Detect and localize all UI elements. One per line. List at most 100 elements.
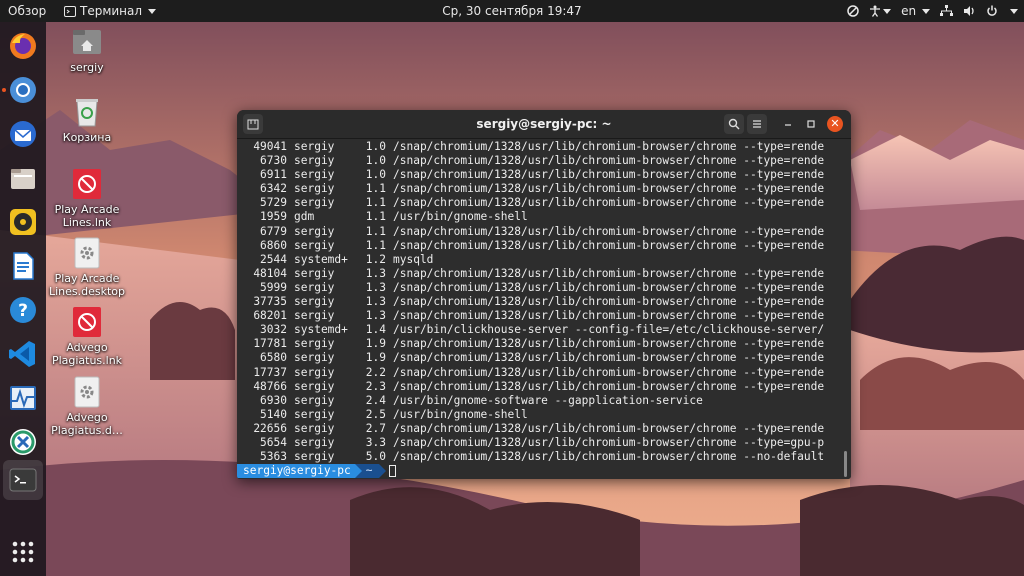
process-command: /snap/chromium/1328/usr/lib/chromium-bro… bbox=[393, 435, 825, 449]
process-command: /usr/bin/gnome-shell bbox=[393, 407, 528, 421]
app-menu[interactable]: Терминал bbox=[64, 0, 157, 22]
process-row: 22656 sergiy 2.7/snap/chromium/1328/usr/li… bbox=[237, 422, 843, 436]
process-row: 5363 sergiy 5.0/snap/chromium/1328/usr/lib… bbox=[237, 450, 843, 464]
process-user: sergiy bbox=[294, 435, 335, 449]
accessibility-menu[interactable] bbox=[869, 5, 892, 17]
process-row: 49041 sergiy 1.0/snap/chromium/1328/usr/li… bbox=[237, 140, 843, 154]
dock-rhythmbox[interactable] bbox=[7, 206, 39, 238]
desktop-icon-trash[interactable]: Корзина bbox=[45, 96, 129, 144]
software-icon bbox=[10, 429, 36, 455]
dock-chromium[interactable] bbox=[7, 74, 39, 106]
desktop-icon-home[interactable]: sergiy bbox=[45, 26, 129, 74]
dock-writer[interactable] bbox=[7, 250, 39, 282]
process-user: sergiy bbox=[294, 365, 335, 379]
close-button[interactable]: ✕ bbox=[827, 116, 843, 132]
dock-help[interactable]: ? bbox=[7, 294, 39, 326]
desktop-icon-arcade-lnk[interactable]: Play Arcade Lines.lnk bbox=[45, 168, 129, 229]
process-command: /snap/chromium/1328/usr/lib/chromium-bro… bbox=[393, 238, 825, 252]
dock-firefox[interactable] bbox=[7, 30, 39, 62]
dock-system-monitor[interactable] bbox=[7, 382, 39, 414]
process-user: sergiy bbox=[294, 379, 335, 393]
privacy-icon[interactable] bbox=[847, 5, 859, 17]
process-command: /usr/bin/gnome-shell bbox=[393, 210, 528, 224]
dock-vscode[interactable] bbox=[7, 338, 39, 370]
process-row: 5140 sergiy 2.5/usr/bin/gnome-shell bbox=[237, 408, 843, 422]
clock[interactable]: Ср, 30 сентября 19:47 bbox=[442, 4, 581, 18]
process-pid: 6730 bbox=[260, 154, 287, 168]
process-row: 6860 sergiy 1.1/snap/chromium/1328/usr/lib… bbox=[237, 239, 843, 253]
menu-button[interactable] bbox=[747, 114, 767, 134]
show-applications-button[interactable] bbox=[7, 536, 39, 568]
keyboard-layout-menu[interactable]: en bbox=[901, 0, 930, 22]
process-pid: 68201 bbox=[253, 309, 287, 323]
settings-file-icon bbox=[74, 376, 100, 408]
process-user: sergiy bbox=[294, 196, 335, 210]
running-indicator bbox=[2, 88, 6, 92]
grid-icon bbox=[12, 541, 34, 563]
process-user: sergiy bbox=[294, 337, 335, 351]
maximize-button[interactable] bbox=[801, 114, 821, 134]
terminal-icon bbox=[64, 5, 76, 17]
process-mem: 1.4 bbox=[365, 323, 386, 337]
process-mem: 2.2 bbox=[365, 365, 386, 379]
process-pid: 6911 bbox=[260, 168, 287, 182]
dock-terminal[interactable] bbox=[7, 464, 39, 496]
process-command: /usr/bin/clickhouse-server --config-file… bbox=[393, 323, 825, 337]
process-row: 5654 sergiy 3.3/snap/chromium/1328/usr/lib… bbox=[237, 436, 843, 450]
terminal-icon bbox=[9, 468, 37, 492]
prompt-separator bbox=[354, 464, 362, 478]
process-pid: 48104 bbox=[253, 266, 287, 280]
accessibility-icon bbox=[870, 5, 881, 17]
shell-prompt[interactable]: sergiy@sergiy-pc ~ bbox=[237, 464, 396, 478]
process-user: sergiy bbox=[294, 407, 335, 421]
process-row: 6779 sergiy 1.1/snap/chromium/1328/usr/lib… bbox=[237, 225, 843, 239]
desktop-icon-advego-desktop[interactable]: Advego Plagiatus.d… bbox=[45, 376, 129, 437]
dock-software[interactable] bbox=[7, 426, 39, 458]
chevron-down-icon[interactable] bbox=[1010, 8, 1018, 14]
process-pid: 17737 bbox=[253, 365, 287, 379]
trash-icon bbox=[76, 99, 98, 127]
process-pid: 37735 bbox=[253, 295, 287, 309]
minimize-button[interactable] bbox=[778, 114, 798, 134]
desktop-icon-advego-lnk[interactable]: Advego Plagiatus.lnk bbox=[45, 306, 129, 367]
search-button[interactable] bbox=[724, 114, 744, 134]
process-row: 6930 sergiy 2.4/usr/bin/gnome-software --g… bbox=[237, 394, 843, 408]
process-pid: 5654 bbox=[260, 435, 287, 449]
firefox-icon bbox=[10, 33, 36, 59]
minimize-icon bbox=[785, 124, 791, 126]
close-icon: ✕ bbox=[830, 117, 840, 130]
power-icon[interactable] bbox=[986, 5, 998, 17]
dock-thunderbird[interactable] bbox=[7, 118, 39, 150]
dock-files[interactable] bbox=[7, 162, 39, 194]
process-user: sergiy bbox=[294, 224, 335, 238]
process-row: 37735 sergiy 1.3/snap/chromium/1328/usr/li… bbox=[237, 295, 843, 309]
process-user: sergiy bbox=[294, 309, 335, 323]
process-pid: 6580 bbox=[260, 351, 287, 365]
process-pid: 6930 bbox=[260, 393, 287, 407]
process-command: /usr/bin/gnome-software --gapplication-s… bbox=[393, 393, 703, 407]
chromium-icon bbox=[10, 77, 36, 103]
process-pid: 49041 bbox=[253, 140, 287, 153]
scrollbar[interactable] bbox=[844, 451, 847, 477]
desktop-icon-arcade-desktop[interactable]: Play Arcade Lines.desktop bbox=[45, 237, 129, 298]
new-tab-button[interactable] bbox=[243, 114, 263, 134]
keyboard-layout-label: en bbox=[901, 4, 917, 18]
process-mem: 2.5 bbox=[365, 407, 386, 421]
process-mem: 1.3 bbox=[365, 295, 386, 309]
terminal-titlebar[interactable]: sergiy@sergiy-pc: ~ ✕ bbox=[237, 110, 851, 139]
desktop-icon-label: sergiy bbox=[70, 61, 104, 74]
network-icon[interactable] bbox=[940, 5, 953, 17]
process-mem: 2.4 bbox=[365, 393, 386, 407]
terminal-window[interactable]: sergiy@sergiy-pc: ~ ✕ 49041 sergiy 1.0/sna… bbox=[237, 110, 851, 479]
desktop-icon-label: Play Arcade Lines.desktop bbox=[48, 272, 126, 298]
process-mem: 1.0 bbox=[365, 140, 386, 153]
process-mem: 1.1 bbox=[365, 238, 386, 252]
vscode-icon bbox=[9, 341, 35, 367]
process-command: /snap/chromium/1328/usr/lib/chromium-bro… bbox=[393, 450, 825, 464]
new-tab-icon bbox=[247, 119, 259, 130]
process-command: /snap/chromium/1328/usr/lib/chromium-bro… bbox=[393, 365, 825, 379]
chevron-down-icon bbox=[922, 9, 930, 14]
volume-icon[interactable] bbox=[963, 5, 976, 17]
activities-button[interactable]: Обзор bbox=[8, 0, 46, 22]
terminal-output[interactable]: 49041 sergiy 1.0/snap/chromium/1328/usr/li… bbox=[237, 139, 851, 479]
